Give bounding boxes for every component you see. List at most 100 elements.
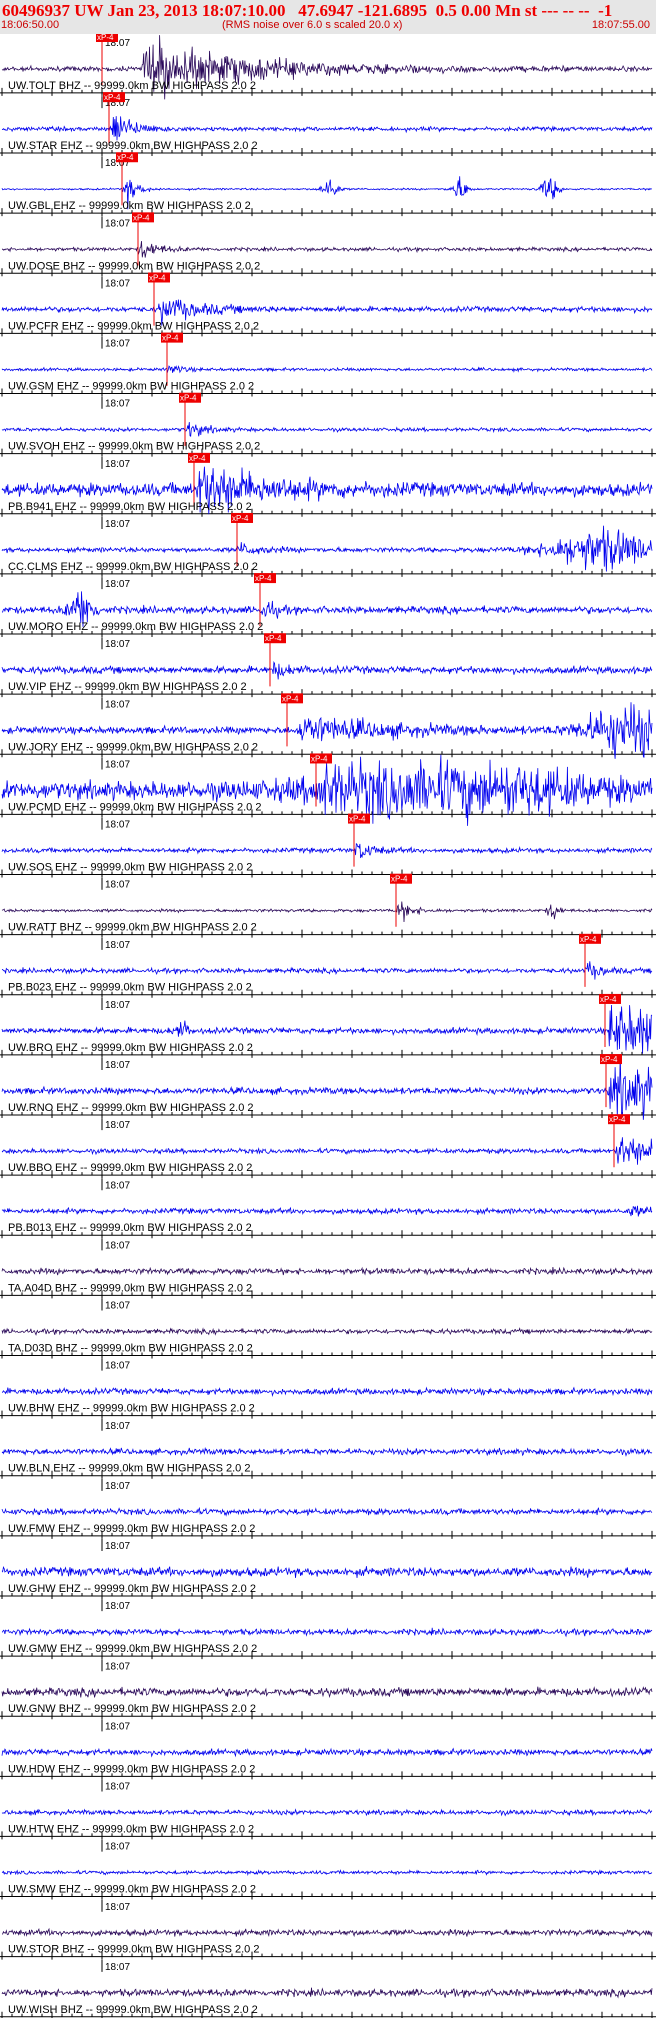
phase-pick-label: xP-4 xyxy=(311,754,328,763)
minute-label: 18:07 xyxy=(105,1421,130,1432)
minute-label: 18:07 xyxy=(105,699,130,710)
minute-label: 18:07 xyxy=(105,1962,130,1973)
waveform-trace xyxy=(1,116,653,141)
minute-label: 18:07 xyxy=(105,1661,130,1672)
phase-pick-label: xP-4 xyxy=(600,995,617,1004)
waveform-trace xyxy=(1,1686,653,1699)
minute-label: 18:07 xyxy=(105,639,130,650)
waveform-trace xyxy=(1,961,653,980)
channel-label: UW.FMW EHZ -- 99999.0km BW HIGHPASS 2.0 … xyxy=(8,1523,255,1535)
channel-label: UW.BBO EHZ -- 99999.0km BW HIGHPASS 2.0 … xyxy=(8,1162,252,1174)
waveform-trace xyxy=(1,660,653,680)
waveform-trace xyxy=(1,1386,653,1397)
waveform-trace xyxy=(1,842,653,859)
minute-label: 18:07 xyxy=(105,218,130,229)
channel-label: UW.PCFR EHZ -- 99999.0km BW HIGHPASS 2.0… xyxy=(8,320,259,332)
channel-label: TA.D03D BHZ -- 99999.0km BW HIGHPASS 2.0… xyxy=(8,1342,253,1354)
phase-pick-label: xP-4 xyxy=(162,334,179,343)
channel-label: UW.BLN EHZ -- 99999.0km BW HIGHPASS 2.0 … xyxy=(8,1463,250,1475)
channel-label: UW.PCMD EHZ -- 99999.0km BW HIGHPASS 2.0… xyxy=(8,801,261,813)
phase-pick-label: xP-4 xyxy=(391,875,408,884)
phase-pick-label: xP-4 xyxy=(601,1055,618,1064)
minute-label: 18:07 xyxy=(105,1902,130,1913)
channel-label: UW.GSM EHZ -- 99999.0km BW HIGHPASS 2.0 … xyxy=(8,381,254,393)
minute-label: 18:07 xyxy=(105,339,130,350)
waveform-trace xyxy=(1,1205,653,1217)
channel-label: UW.SMW EHZ -- 99999.0km BW HIGHPASS 2.0 … xyxy=(8,1884,256,1896)
channel-label: UW.BRO EHZ -- 99999.0km BW HIGHPASS 2.0 … xyxy=(8,1042,253,1054)
minute-label: 18:07 xyxy=(105,459,130,470)
minute-label: 18:07 xyxy=(105,1601,130,1612)
phase-pick-label: xP-4 xyxy=(255,574,272,583)
minute-label: 18:07 xyxy=(105,1842,130,1853)
time-end-label: 18:07:55.00 xyxy=(591,19,650,31)
waveform-trace xyxy=(1,422,653,437)
waveform-trace xyxy=(1,1137,653,1165)
phase-pick-label: xP-4 xyxy=(282,694,299,703)
minute-label: 18:07 xyxy=(105,1481,130,1492)
waveform-trace xyxy=(1,1869,653,1876)
waveform-trace xyxy=(1,1927,653,1938)
minute-label: 18:07 xyxy=(105,1721,130,1732)
waveform-trace xyxy=(1,1446,653,1457)
waveform-trace xyxy=(1,1627,653,1638)
phase-pick-label: xP-4 xyxy=(97,34,114,42)
phase-pick-label: xP-4 xyxy=(104,93,121,102)
minute-label: 18:07 xyxy=(105,1361,130,1372)
minute-label: 18:07 xyxy=(105,399,130,410)
channel-label: UW.HTW EHZ -- 99999.0km BW HIGHPASS 2.0 … xyxy=(8,1823,254,1835)
waveform-trace xyxy=(1,1565,653,1578)
phase-pick-label: xP-4 xyxy=(232,514,249,523)
channel-label: UW.DOSE BHZ -- 99999.0km BW HIGHPASS 2.0… xyxy=(8,260,260,272)
channel-label: UW.SOS EHZ -- 99999.0km BW HIGHPASS 2.0 … xyxy=(8,861,252,873)
rms-note: (RMS noise over 6.0 s scaled 20.0 x) xyxy=(222,19,403,31)
minute-label: 18:07 xyxy=(105,759,130,770)
channel-label: UW.GMW EHZ -- 99999.0km BW HIGHPASS 2.0 … xyxy=(8,1643,257,1655)
minute-label: 18:07 xyxy=(105,820,130,831)
minute-label: 18:07 xyxy=(105,278,130,289)
channel-label: UW.BHW EHZ -- 99999.0km BW HIGHPASS 2.0 … xyxy=(8,1403,255,1415)
phase-pick-label: xP-4 xyxy=(133,213,150,222)
phase-pick-label: xP-4 xyxy=(180,394,197,403)
minute-label: 18:07 xyxy=(105,940,130,951)
seismogram-plot: 18:07xP-4UW.TOLT BHZ -- 99999.0km BW HIG… xyxy=(0,34,656,2018)
minute-label: 18:07 xyxy=(105,519,130,530)
channel-label: UW.RATT BHZ -- 99999.0km BW HIGHPASS 2.0… xyxy=(8,922,257,934)
channel-label: UW.SVOH EHZ -- 99999.0km BW HIGHPASS 2.0… xyxy=(8,441,260,453)
waveform-trace xyxy=(1,1987,653,1999)
waveform-trace xyxy=(1,1327,653,1336)
phase-pick-label: xP-4 xyxy=(609,1115,626,1124)
channel-label: UW.RNO EHZ -- 99999.0km BW HIGHPASS 2.0 … xyxy=(8,1102,254,1114)
minute-label: 18:07 xyxy=(105,1000,130,1011)
channel-label: UW.GNW BHZ -- 99999.0km BW HIGHPASS 2.0 … xyxy=(8,1703,256,1715)
phase-pick-label: xP-4 xyxy=(349,815,366,824)
minute-label: 18:07 xyxy=(105,1240,130,1251)
waveform-trace xyxy=(1,365,653,374)
channel-label: UW.HDW EHZ -- 99999.0km BW HIGHPASS 2.0 … xyxy=(8,1763,255,1775)
minute-label: 18:07 xyxy=(105,1180,130,1191)
channel-label: UW.MORO EHZ -- 99999.0km BW HIGHPASS 2.0… xyxy=(8,621,263,633)
event-title: 60496937 UW Jan 23, 2013 18:07:10.00 47.… xyxy=(2,1,613,20)
waveform-trace xyxy=(1,1747,653,1758)
minute-label: 18:07 xyxy=(105,880,130,891)
waveform-trace xyxy=(1,1808,653,1817)
phase-pick-label: xP-4 xyxy=(149,273,166,282)
channel-label: UW.WISH BHZ -- 99999.0km BW HIGHPASS 2.0… xyxy=(8,2004,258,2016)
minute-label: 18:07 xyxy=(105,1541,130,1552)
channel-label: UW.GBL EHZ -- 99999.0km BW HIGHPASS 2.0 … xyxy=(8,200,251,212)
minute-label: 18:07 xyxy=(105,1301,130,1312)
channel-label: UW.STOR BHZ -- 99999.0km BW HIGHPASS 2.0… xyxy=(8,1944,259,1956)
phase-pick-label: xP-4 xyxy=(265,634,282,643)
channel-label: TA.A04D BHZ -- 99999.0km BW HIGHPASS 2.0… xyxy=(8,1282,252,1294)
channel-label: CC.CLMS EHZ -- 99999.0km BW HIGHPASS 2.0… xyxy=(8,561,258,573)
minute-label: 18:07 xyxy=(105,1060,130,1071)
minute-label: 18:07 xyxy=(105,1120,130,1131)
time-start-label: 18:06:50.00 xyxy=(1,19,60,31)
channel-label: UW.TOLT BHZ -- 99999.0km BW HIGHPASS 2.0… xyxy=(8,80,256,92)
header-bar: 60496937 UW Jan 23, 2013 18:07:10.00 47.… xyxy=(0,0,656,34)
waveform-trace xyxy=(1,901,653,923)
channel-label: PB.B013 EHZ -- 99999.0km BW HIGHPASS 2.0… xyxy=(8,1222,252,1234)
waveform-trace xyxy=(1,1506,653,1517)
phase-pick-label: xP-4 xyxy=(117,153,134,162)
waveform-trace xyxy=(1,241,653,258)
